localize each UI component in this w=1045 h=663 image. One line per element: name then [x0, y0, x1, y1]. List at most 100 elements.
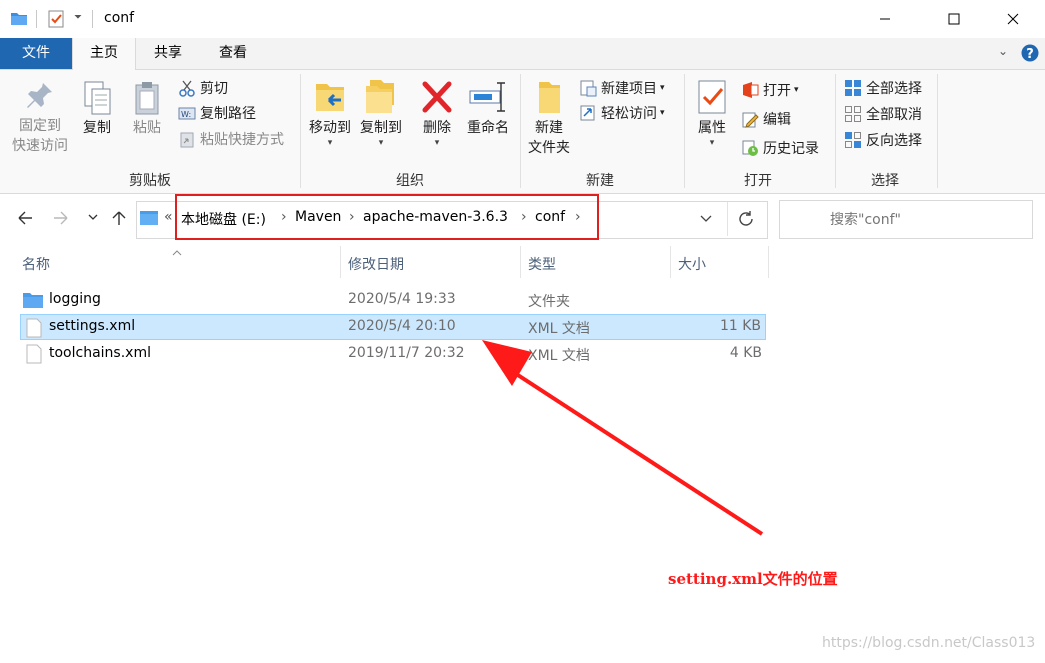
- pin-to-quick-access-button[interactable]: 固定到 快速访问: [8, 80, 72, 156]
- history-icon: [741, 139, 759, 157]
- open-label: 打开: [763, 83, 791, 99]
- ribbon-tabs: 文件 主页 共享 查看 ⌄ ?: [0, 38, 1045, 70]
- chevron-down-icon[interactable]: ⌄: [998, 44, 1008, 58]
- invert-selection-button[interactable]: 反向选择: [844, 128, 922, 152]
- select-none-icon: [844, 105, 862, 123]
- new-item-icon: [579, 79, 597, 97]
- easy-access-label: 轻松访问: [601, 106, 657, 122]
- search-box[interactable]: [779, 200, 1033, 239]
- ribbon: 固定到 快速访问 复制 粘贴 剪切 W: 复制路径 粘贴快捷方式 剪贴板 移动到…: [0, 70, 1045, 194]
- open-button[interactable]: 打开 ▾: [741, 78, 799, 102]
- paste-shortcut-label: 粘贴快捷方式: [200, 132, 284, 148]
- file-row[interactable]: logging 2020/5/4 19:33 文件夹: [20, 287, 766, 313]
- select-none-label: 全部取消: [866, 107, 922, 123]
- select-all-button[interactable]: 全部选择: [844, 76, 922, 100]
- delete-label: 删除: [423, 120, 451, 136]
- group-label-clipboard: 剪贴板: [129, 173, 171, 189]
- new-folder-label-line1: 新建: [535, 120, 563, 136]
- separator: [727, 202, 728, 236]
- history-label: 历史记录: [763, 141, 819, 157]
- dropdown-arrow-icon: ▾: [378, 138, 384, 148]
- address-history-chevron-icon[interactable]: [699, 213, 713, 229]
- svg-text:?: ?: [1026, 47, 1034, 62]
- column-header-name[interactable]: 名称: [22, 254, 50, 274]
- copy-to-label: 复制到: [360, 120, 402, 136]
- move-to-icon: [305, 78, 355, 118]
- group-separator: [684, 74, 685, 188]
- copy-path-icon: W:: [178, 104, 196, 122]
- minimize-button[interactable]: [862, 0, 908, 38]
- select-none-button[interactable]: 全部取消: [844, 102, 922, 126]
- tab-file[interactable]: 文件: [0, 38, 72, 69]
- easy-access-icon: [579, 104, 597, 122]
- easy-access-button[interactable]: 轻松访问 ▾: [579, 101, 665, 125]
- new-item-label: 新建项目: [601, 81, 657, 97]
- watermark: https://blog.csdn.net/Class013: [822, 635, 1036, 651]
- history-button[interactable]: 历史记录: [741, 136, 819, 160]
- dropdown-arrow-icon: ▾: [660, 108, 665, 118]
- dropdown-arrow-icon: ▾: [327, 138, 333, 148]
- xml-file-icon: [26, 318, 42, 342]
- paste-button[interactable]: 粘贴: [126, 80, 168, 138]
- back-arrow-icon[interactable]: [16, 209, 34, 231]
- column-header-type[interactable]: 类型: [528, 254, 556, 274]
- dropdown-arrow-icon: ▾: [794, 85, 799, 95]
- close-button[interactable]: [990, 0, 1036, 38]
- properties-button[interactable]: 属性 ▾: [690, 78, 734, 148]
- new-folder-label-line2: 文件夹: [528, 140, 570, 156]
- file-name: settings.xml: [49, 318, 136, 334]
- rename-label: 重命名: [467, 120, 509, 136]
- column-divider[interactable]: [670, 246, 671, 278]
- refresh-icon[interactable]: [737, 210, 755, 232]
- column-divider[interactable]: [340, 246, 341, 278]
- dropdown-arrow-icon: ▾: [709, 138, 715, 148]
- breadcrumb-overflow[interactable]: «: [164, 209, 173, 225]
- pin-label-line2: 快速访问: [12, 138, 68, 154]
- new-folder-button[interactable]: 新建 文件夹: [524, 78, 574, 158]
- help-icon[interactable]: ?: [1021, 44, 1039, 66]
- column-divider[interactable]: [520, 246, 521, 278]
- copy-path-button[interactable]: W: 复制路径: [178, 101, 256, 125]
- copy-button[interactable]: 复制: [76, 80, 118, 138]
- select-all-label: 全部选择: [866, 81, 922, 97]
- new-item-button[interactable]: 新建项目 ▾: [579, 76, 665, 100]
- paste-shortcut-button[interactable]: 粘贴快捷方式: [178, 127, 284, 151]
- copy-to-button[interactable]: 复制到 ▾: [356, 78, 406, 148]
- copy-label: 复制: [83, 120, 111, 136]
- group-label-organize: 组织: [396, 173, 424, 189]
- copy-path-label: 复制路径: [200, 106, 256, 122]
- tab-home[interactable]: 主页: [72, 38, 136, 70]
- forward-arrow-icon[interactable]: [52, 209, 70, 231]
- recent-locations-chevron-icon[interactable]: [87, 211, 99, 227]
- column-header-modified[interactable]: 修改日期: [348, 254, 404, 274]
- cut-button[interactable]: 剪切: [178, 76, 228, 100]
- search-placeholder[interactable]: 搜索"conf": [830, 209, 901, 229]
- quick-access-dropdown-icon[interactable]: ⏷: [74, 12, 82, 23]
- invert-selection-icon: [844, 131, 862, 149]
- rename-button[interactable]: 重命名: [462, 78, 514, 138]
- column-divider[interactable]: [768, 246, 769, 278]
- scissors-icon: [178, 79, 196, 97]
- up-arrow-icon[interactable]: [110, 209, 128, 231]
- maximize-button[interactable]: [931, 0, 977, 38]
- invert-selection-label: 反向选择: [866, 133, 922, 149]
- properties-quick-icon[interactable]: [48, 10, 64, 32]
- xml-file-icon: [26, 344, 42, 368]
- tab-view[interactable]: 查看: [204, 38, 262, 69]
- dropdown-arrow-icon: ▾: [660, 83, 665, 93]
- move-to-button[interactable]: 移动到 ▾: [305, 78, 355, 148]
- edit-button[interactable]: 编辑: [741, 107, 791, 131]
- delete-button[interactable]: 删除 ▾: [416, 78, 458, 148]
- rename-icon: [462, 78, 514, 118]
- column-header-size[interactable]: 大小: [678, 254, 706, 274]
- paste-icon: [126, 80, 168, 118]
- pin-icon: [8, 80, 72, 116]
- folder-icon: [10, 10, 28, 30]
- new-folder-icon: [524, 78, 574, 118]
- properties-label: 属性: [698, 120, 726, 136]
- file-modified: 2019/11/7 20:32: [348, 345, 465, 361]
- title-bar: ⏷ conf: [0, 0, 1045, 38]
- delete-x-icon: [416, 78, 458, 118]
- group-label-open: 打开: [744, 173, 772, 189]
- tab-share[interactable]: 共享: [140, 38, 196, 69]
